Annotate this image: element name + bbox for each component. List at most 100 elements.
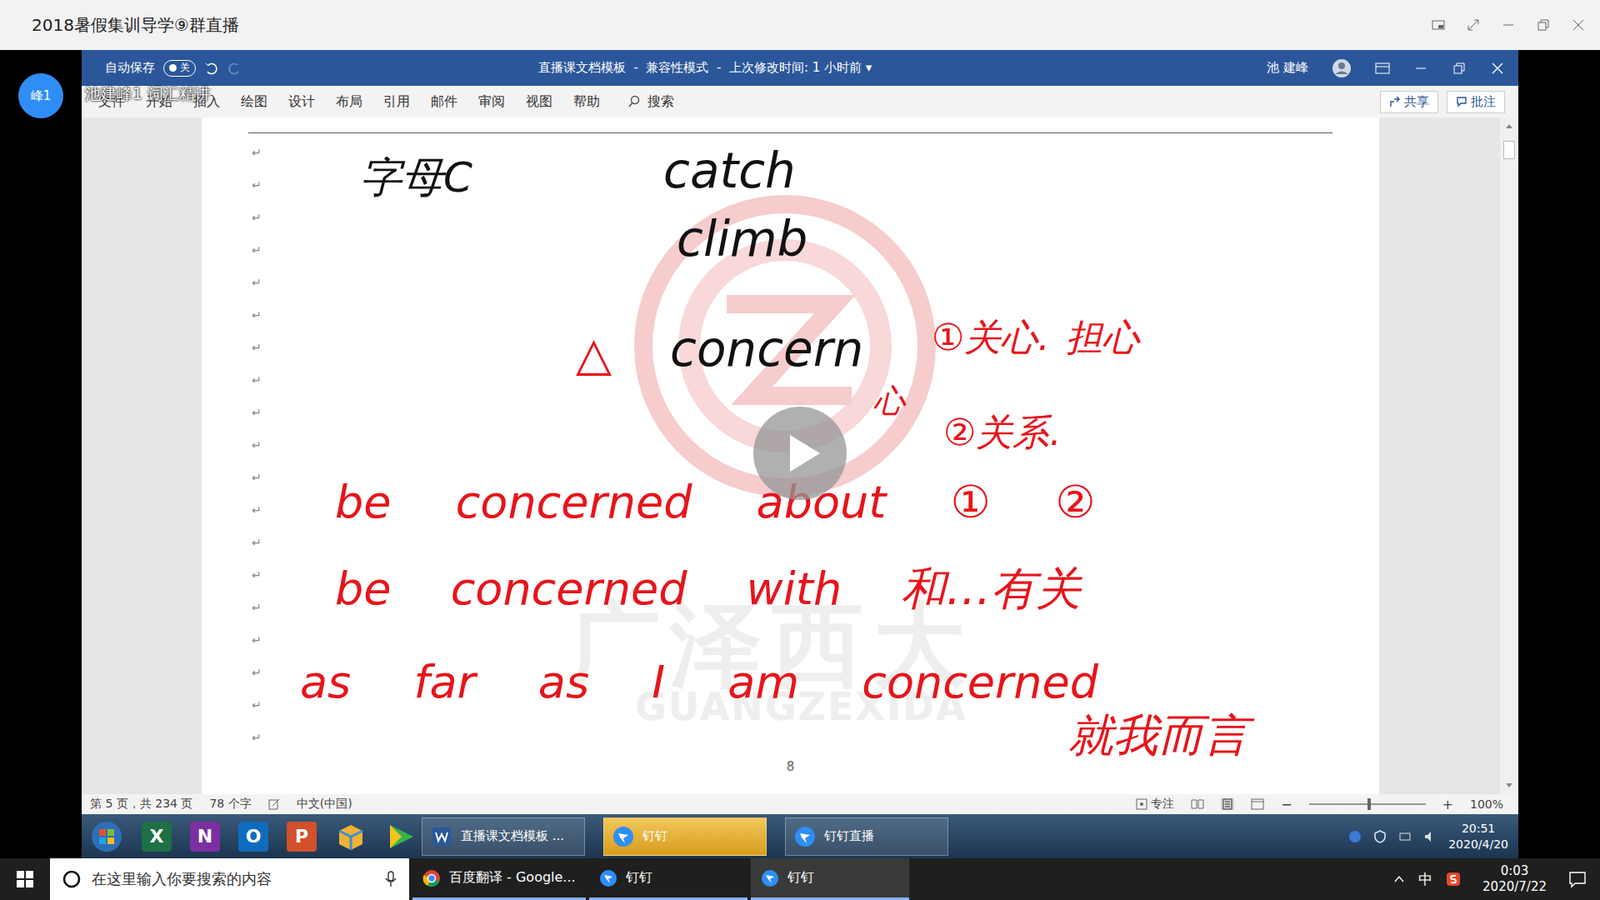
taskbar-search[interactable]: 在这里输入你要搜索的内容: [50, 858, 410, 900]
paragraph-mark: ↵: [251, 633, 262, 666]
taskbar-app-label: 钉钉直播: [824, 828, 875, 845]
notification-icon[interactable]: [1568, 870, 1587, 889]
ribbon-tab[interactable]: 邮件: [430, 90, 458, 115]
help-icon[interactable]: [1348, 830, 1362, 844]
microphone-icon[interactable]: [384, 870, 398, 888]
windows-start-icon[interactable]: [16, 870, 34, 888]
print-layout-icon[interactable]: [1220, 798, 1235, 810]
zoom-in[interactable]: +: [1442, 796, 1454, 813]
taskbar-app[interactable]: 钉钉: [603, 817, 767, 856]
ribbon-tab[interactable]: 审阅: [478, 90, 505, 115]
ribbon-display-icon[interactable]: [1375, 61, 1390, 75]
toggle-knob: [169, 64, 177, 72]
handwritten-note: △: [575, 325, 612, 382]
taskbar-app-label: 钉钉: [625, 869, 653, 887]
comment-icon: [1455, 95, 1468, 108]
redo-icon[interactable]: [227, 61, 243, 75]
ribbon-tab[interactable]: 帮助: [573, 90, 600, 115]
right-margin: [1518, 50, 1600, 859]
time: 0:03: [1500, 863, 1530, 880]
live-stage: 峰1 池建峰1 词汇精讲 自动保存 关 直播课文档模板 - 兼容性模式 - 上次…: [0, 50, 1600, 859]
zoom-level[interactable]: 100%: [1470, 797, 1504, 811]
handwritten-note: ②关系.: [943, 410, 1061, 455]
proofing-icon[interactable]: [268, 798, 280, 810]
undo-icon[interactable]: [204, 61, 220, 75]
inner-time: 20:51: [1461, 820, 1495, 836]
ribbon-tab[interactable]: 布局: [335, 90, 363, 115]
taskbar-app[interactable]: 直播课文档模板 ...: [421, 817, 585, 856]
dingtalk-icon: [612, 825, 635, 848]
ribbon-tab[interactable]: 绘图: [240, 90, 268, 115]
web-layout-icon[interactable]: [1250, 798, 1265, 810]
taskbar-app[interactable]: 钉钉直播: [785, 817, 949, 856]
word-close-icon[interactable]: [1490, 61, 1505, 75]
word-count[interactable]: 78 个字: [209, 796, 251, 812]
scroll-thumb[interactable]: [1503, 140, 1515, 160]
scroll-down-icon[interactable]: [1505, 782, 1514, 790]
ribbon-search[interactable]: 搜索: [627, 93, 675, 111]
language[interactable]: 中文(中国): [296, 796, 353, 812]
shared-screen: 池建峰1 词汇精讲 自动保存 关 直播课文档模板 - 兼容性模式 - 上次修改时…: [81, 50, 1519, 859]
pinned-app[interactable]: O: [238, 821, 269, 852]
inner-tray: 20:51 2020/4/20: [1348, 820, 1519, 851]
paragraph-mark: ↵: [251, 470, 262, 504]
handwritten-note: ①关心. 担心: [931, 315, 1140, 360]
word-title-bar: 自动保存 关 直播课文档模板 - 兼容性模式 - 上次修改时间: 1 小时前 ▾…: [81, 50, 1519, 86]
taskbar-app[interactable]: 钉钉: [750, 858, 910, 900]
handwritten-note: be concerned about ① ②: [335, 475, 1096, 530]
ribbon-tab[interactable]: 设计: [288, 90, 315, 115]
paragraph-mark: ↵: [251, 503, 262, 536]
win7-start-icon[interactable]: [90, 820, 124, 854]
play-button-icon[interactable]: [751, 405, 849, 502]
screen: 2018暑假集训导学⑨群直播 峰1 池建峰1 词汇精讲 自动保存 关 直播课文档…: [0, 0, 1600, 900]
paragraph-mark: ↵: [251, 665, 262, 699]
paragraph-mark: ↵: [251, 535, 262, 569]
paragraph-mark: ↵: [251, 243, 262, 276]
page-count[interactable]: 第 5 页，共 234 页: [90, 796, 193, 812]
taskbar-app[interactable]: 百度翻译 - Google...: [412, 858, 586, 900]
network-icon[interactable]: [1398, 830, 1412, 844]
paragraph-mark: ↵: [251, 373, 262, 406]
pip-icon[interactable]: [1431, 18, 1445, 32]
expand-icon[interactable]: [1466, 18, 1480, 32]
live-title-bar: 2018暑假集训导学⑨群直播: [0, 0, 1600, 50]
clock[interactable]: 0:03 2020/7/22: [1474, 863, 1555, 896]
minimize-icon[interactable]: [1501, 18, 1515, 32]
focus-mode[interactable]: 专注: [1135, 796, 1175, 812]
user-name: 池 建峰: [1266, 60, 1309, 76]
close-icon[interactable]: [1571, 18, 1585, 32]
tray-expand-icon[interactable]: [1393, 873, 1405, 885]
zoom-thumb[interactable]: [1367, 798, 1371, 810]
media-player-icon[interactable]: [385, 820, 417, 853]
restore-icon[interactable]: [1536, 18, 1550, 32]
ribbon-tab[interactable]: 引用: [383, 90, 410, 115]
word-restore-icon[interactable]: [1451, 61, 1467, 75]
taskbar-app[interactable]: 钉钉: [589, 858, 748, 900]
sogou-icon[interactable]: [1445, 871, 1461, 887]
read-mode-icon[interactable]: [1190, 798, 1205, 810]
handwritten-note: 心: [873, 382, 905, 421]
volume-icon[interactable]: [1423, 830, 1437, 844]
inner-clock[interactable]: 20:51 2020/4/20: [1448, 820, 1509, 851]
zoom-out[interactable]: −: [1280, 796, 1292, 813]
pinned-app[interactable]: X: [141, 821, 172, 852]
zoom-slider[interactable]: [1309, 803, 1426, 805]
user-avatar-icon[interactable]: [1331, 58, 1352, 79]
autosave-toggle[interactable]: 关: [163, 60, 196, 77]
pinned-app[interactable]: N: [190, 821, 220, 852]
pinned-app[interactable]: P: [286, 821, 317, 852]
comment-button[interactable]: 批注: [1446, 90, 1505, 114]
input-method[interactable]: 中: [1418, 870, 1433, 890]
word-minimize-icon[interactable]: [1413, 61, 1429, 75]
presenter-avatar[interactable]: 峰1: [18, 73, 64, 119]
scroll-up-icon[interactable]: [1505, 122, 1514, 130]
ribbon-tab[interactable]: 视图: [525, 90, 553, 115]
shield-icon[interactable]: [1373, 830, 1387, 844]
package-icon[interactable]: [335, 820, 367, 853]
word-icon: [430, 825, 453, 848]
search-icon: [627, 95, 641, 109]
share-icon: [1389, 95, 1401, 108]
handwritten-note: climb: [676, 210, 808, 270]
vertical-scrollbar[interactable]: [1500, 117, 1519, 795]
share-button[interactable]: 共享: [1380, 90, 1439, 114]
